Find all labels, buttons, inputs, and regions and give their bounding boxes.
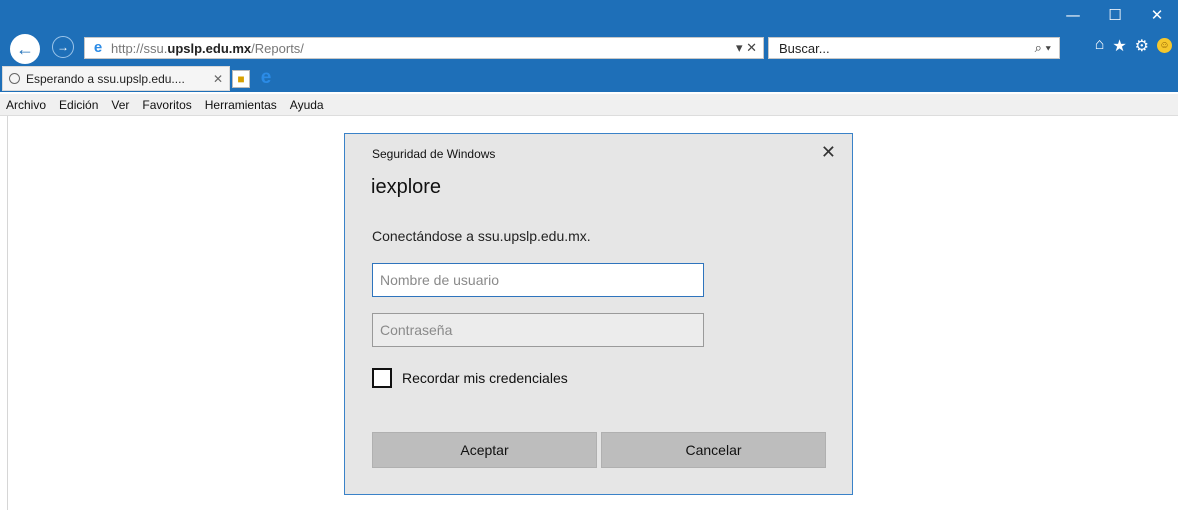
minimize-button[interactable]: —	[1052, 0, 1094, 30]
dialog-caption: Seguridad de Windows	[372, 147, 496, 161]
tab-close-icon[interactable]: ✕	[213, 72, 223, 86]
menu-bar: Archivo Edición Ver Favoritos Herramient…	[0, 94, 1178, 116]
tab-active[interactable]: Esperando a ssu.upslp.edu.... ✕	[2, 66, 230, 91]
address-bar[interactable]: e http://ssu.upslp.edu.mx/Reports/ ▾ ✕	[84, 37, 764, 59]
menu-ayuda[interactable]: Ayuda	[290, 98, 324, 112]
remember-credentials[interactable]: Recordar mis credenciales	[372, 368, 568, 388]
back-arrow-icon[interactable]: ←	[10, 34, 40, 64]
window-controls: — ☐ ✕	[1052, 0, 1178, 30]
search-box[interactable]: Buscar... ⌕ ▾	[768, 37, 1060, 59]
address-url[interactable]: http://ssu.upslp.edu.mx/Reports/	[111, 41, 304, 56]
cancel-button[interactable]: Cancelar	[601, 432, 826, 468]
menu-ver[interactable]: Ver	[111, 98, 129, 112]
navigation-bar: ← → e http://ssu.upslp.edu.mx/Reports/ ▾…	[0, 32, 1178, 64]
maximize-button[interactable]: ☐	[1094, 0, 1136, 30]
stop-icon[interactable]: ✕	[746, 40, 757, 55]
dialog-connect-text: Conectándose a ssu.upslp.edu.mx.	[372, 228, 591, 244]
home-icon[interactable]: ⌂	[1095, 36, 1105, 56]
favorites-star-icon[interactable]: ★	[1112, 36, 1126, 56]
dialog-close-icon[interactable]: ✕	[821, 142, 836, 163]
new-tab-icon[interactable]: ■	[232, 70, 250, 88]
menu-edicion[interactable]: Edición	[59, 98, 98, 112]
window-close-button[interactable]: ✕	[1136, 0, 1178, 30]
browser-toolbar: ⌂ ★ ⚙ ☺	[1095, 36, 1172, 56]
search-icon[interactable]: ⌕ ▾	[1035, 40, 1051, 56]
ok-button[interactable]: Aceptar	[372, 432, 597, 468]
password-input[interactable]	[372, 313, 704, 347]
page-left-border	[7, 116, 8, 510]
remember-label: Recordar mis credenciales	[402, 370, 568, 386]
search-input[interactable]: Buscar...	[779, 41, 830, 56]
menu-archivo[interactable]: Archivo	[6, 98, 46, 112]
tab-row: Esperando a ssu.upslp.edu.... ✕ ■ e	[0, 66, 1178, 92]
settings-gear-icon[interactable]: ⚙	[1135, 36, 1149, 56]
url-prefix: http://ssu.	[111, 41, 168, 56]
url-domain: upslp.edu.mx	[167, 41, 252, 56]
loading-spinner-icon	[9, 73, 20, 84]
edge-icon[interactable]: e	[256, 68, 276, 88]
dropdown-icon[interactable]: ▾	[736, 40, 743, 55]
remember-checkbox[interactable]	[372, 368, 392, 388]
url-path: /Reports/	[251, 41, 304, 56]
browser-chrome: — ☐ ✕ ← → e http://ssu.upslp.edu.mx/Repo…	[0, 0, 1178, 92]
windows-security-dialog: Seguridad de Windows ✕ iexplore Conectán…	[344, 133, 853, 495]
forward-arrow-icon[interactable]: →	[52, 36, 74, 58]
feedback-smiley-icon[interactable]: ☺	[1157, 38, 1172, 53]
tab-title: Esperando a ssu.upslp.edu....	[26, 71, 185, 86]
address-actions: ▾ ✕	[736, 40, 757, 56]
username-input[interactable]	[372, 263, 704, 297]
ie-page-icon: e	[93, 39, 103, 56]
dialog-app-title: iexplore	[371, 176, 442, 198]
menu-herramientas[interactable]: Herramientas	[205, 98, 277, 112]
menu-favoritos[interactable]: Favoritos	[142, 98, 191, 112]
